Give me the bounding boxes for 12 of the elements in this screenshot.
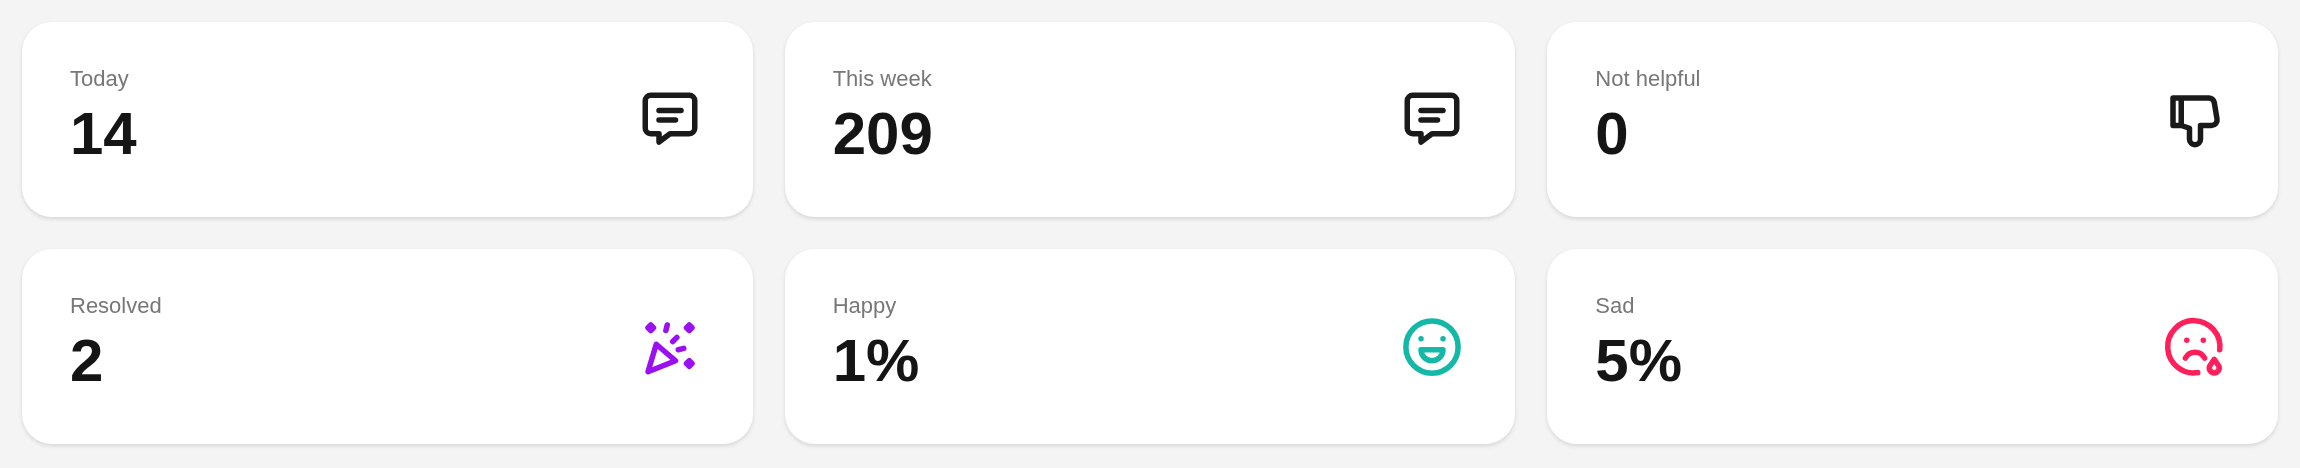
stat-label: This week bbox=[832, 65, 932, 92]
stat-label: Not helpful bbox=[1595, 65, 1701, 92]
stat-value: 1% bbox=[832, 330, 920, 391]
stat-label: Resolved bbox=[70, 292, 162, 319]
stat-label: Today bbox=[70, 65, 129, 92]
stat-label: Happy bbox=[832, 292, 897, 319]
stat-value: 209 bbox=[832, 103, 933, 164]
stat-label: Sad bbox=[1595, 292, 1635, 319]
stat-value: 5% bbox=[1595, 330, 1683, 391]
stat-value: 14 bbox=[70, 103, 137, 164]
stat-value: 0 bbox=[1595, 103, 1629, 164]
stat-value: 2 bbox=[70, 330, 104, 391]
